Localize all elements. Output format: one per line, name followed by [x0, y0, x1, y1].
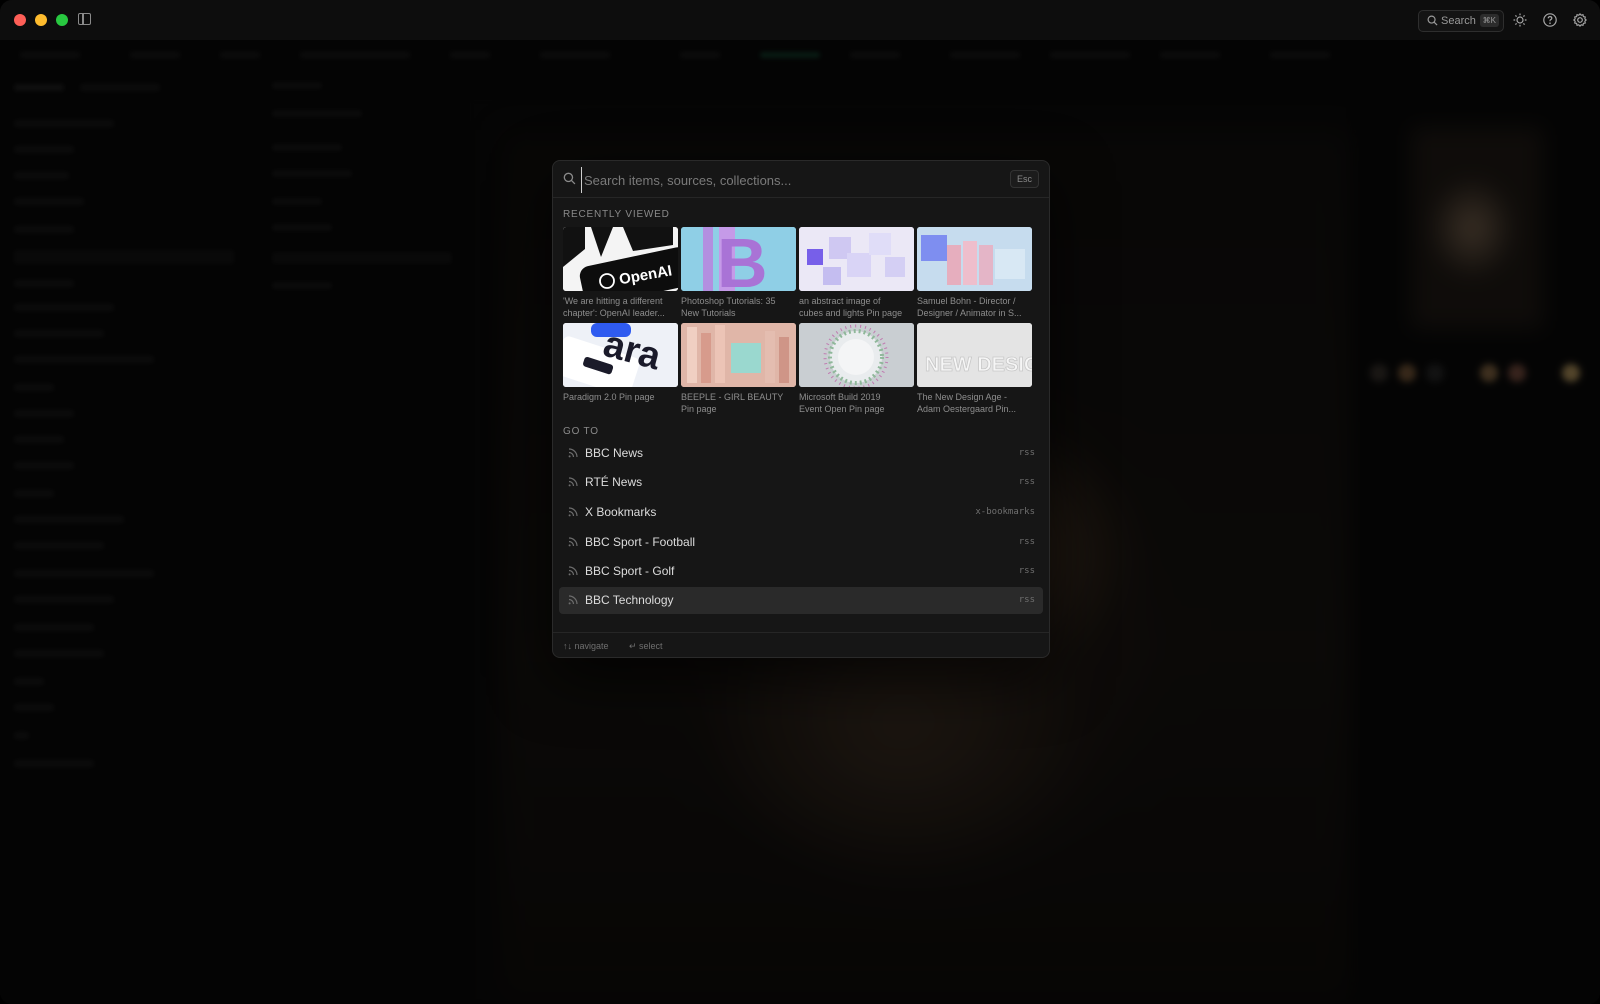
caption-line: Event Open Pin page — [799, 404, 885, 414]
recent-thumbnail: B — [681, 227, 796, 291]
goto-item-tag: rss — [1018, 448, 1035, 458]
caption-line: chapter': OpenAI leader... — [563, 308, 665, 318]
recent-caption: an abstract image of cubes and lights Pi… — [799, 295, 914, 319]
go-to-title: GO TO — [563, 426, 599, 437]
goto-item-tag: rss — [1018, 566, 1035, 576]
recent-card[interactable]: B Photoshop Tutorials: 35 New Tutorials — [681, 227, 796, 319]
zoom-window-button[interactable] — [56, 14, 68, 26]
palette-search-row: Esc — [553, 161, 1049, 198]
recent-card[interactable]: OpenAI 'We are hitting a different chapt… — [563, 227, 678, 319]
caption-line: an abstract image of — [799, 296, 881, 306]
search-icon — [563, 172, 576, 185]
caption-line: New Tutorials — [681, 308, 736, 318]
caption-line: Designer / Animator in S... — [917, 308, 1022, 318]
recent-caption: Paradigm 2.0 Pin page — [563, 391, 678, 403]
recent-thumbnail — [799, 227, 914, 291]
goto-item-x-bookmarks[interactable]: X Bookmarks x-bookmarks — [559, 499, 1043, 526]
rss-icon — [568, 477, 578, 487]
command-palette: Esc RECENTLY VIEWED OpenAI — [552, 160, 1050, 658]
help-icon[interactable] — [1542, 12, 1558, 28]
minimize-window-button[interactable] — [35, 14, 47, 26]
palette-footer: ↑↓ navigate ↵ select — [553, 632, 1049, 658]
goto-item-name: BBC Sport - Football — [585, 535, 696, 549]
recent-caption: Photoshop Tutorials: 35 New Tutorials — [681, 295, 796, 319]
rss-icon — [568, 507, 578, 517]
recent-thumbnail: ara — [563, 323, 678, 387]
goto-item-name: BBC Sport - Golf — [585, 564, 675, 578]
caption-line: Photoshop Tutorials: 35 — [681, 296, 776, 306]
rss-icon — [568, 566, 578, 576]
sidebar-toggle-icon[interactable] — [78, 13, 91, 25]
caption-line: cubes and lights Pin page — [799, 308, 903, 318]
close-window-button[interactable] — [14, 14, 26, 26]
recently-viewed-title: RECENTLY VIEWED — [563, 209, 670, 220]
caption-line: Adam Oestergaard Pin... — [917, 404, 1017, 414]
rss-icon — [568, 448, 578, 458]
rss-icon — [568, 537, 578, 547]
caption-line: The New Design Age - — [917, 392, 1008, 402]
recent-caption: Microsoft Build 2019 Event Open Pin page — [799, 391, 914, 415]
goto-item-bbc-sport-golf[interactable]: BBC Sport - Golf rss — [559, 558, 1043, 585]
title-bar: Search ⌘K — [0, 0, 1600, 40]
search-shortcut: ⌘K — [1479, 14, 1499, 27]
recent-card[interactable]: Samuel Bohn - Director / Designer / Anim… — [917, 227, 1032, 319]
sun-icon[interactable] — [1512, 12, 1528, 28]
esc-key[interactable]: Esc — [1009, 170, 1039, 188]
rss-icon — [568, 595, 578, 605]
app-window: Search ⌘K Search items, sources, collect… — [0, 0, 1600, 1004]
caption-line: Samuel Bohn - Director / — [917, 296, 1016, 306]
gear-icon[interactable] — [1572, 12, 1588, 28]
new-design-thumb-text: NEW DESIGN — [925, 354, 1032, 376]
goto-item-bbc-sport-football[interactable]: BBC Sport - Football rss — [559, 529, 1043, 556]
recent-thumbnail — [917, 227, 1032, 291]
recent-thumbnail — [681, 323, 796, 387]
goto-item-bbc-technology[interactable]: BBC Technology rss — [559, 587, 1043, 614]
recent-thumbnail: OpenAI — [563, 227, 678, 291]
top-search-label: Search — [1441, 15, 1476, 27]
caption-line: Pin page — [681, 404, 717, 414]
goto-item-tag: rss — [1018, 595, 1035, 605]
palette-search-input[interactable] — [581, 167, 1006, 193]
recent-caption: Samuel Bohn - Director / Designer / Anim… — [917, 295, 1032, 319]
goto-item-bbc-news[interactable]: BBC News rss — [559, 440, 1043, 467]
navigate-hint: ↑↓ navigate — [563, 641, 609, 651]
recent-card[interactable]: ara Paradigm 2.0 Pin page — [563, 323, 678, 415]
caption-line: BEEPLE - GIRL BEAUTY — [681, 392, 784, 402]
recent-card[interactable]: NEW DESIGN The New Design Age - Adam Oes… — [917, 323, 1032, 415]
caption-line: Microsoft Build 2019 — [799, 392, 881, 402]
goto-item-name: X Bookmarks — [585, 505, 657, 519]
top-search-button[interactable]: Search ⌘K — [1418, 10, 1504, 32]
search-icon — [1427, 15, 1438, 26]
goto-item-tag: rss — [1018, 477, 1035, 487]
recent-caption: BEEPLE - GIRL BEAUTY Pin page — [681, 391, 796, 415]
recent-caption: 'We are hitting a different chapter': Op… — [563, 295, 678, 319]
caption-line: Paradigm 2.0 Pin page — [563, 392, 655, 402]
goto-item-rte-news[interactable]: RTÉ News rss — [559, 469, 1043, 496]
goto-item-tag: rss — [1018, 537, 1035, 547]
goto-item-tag: x-bookmarks — [975, 507, 1035, 517]
recent-thumbnail — [799, 323, 914, 387]
recent-card[interactable]: Microsoft Build 2019 Event Open Pin page — [799, 323, 914, 415]
recent-card[interactable]: an abstract image of cubes and lights Pi… — [799, 227, 914, 319]
select-hint: ↵ select — [629, 641, 663, 651]
recent-card[interactable]: BEEPLE - GIRL BEAUTY Pin page — [681, 323, 796, 415]
recent-thumbnail: NEW DESIGN — [917, 323, 1032, 387]
goto-item-name: BBC News — [585, 446, 644, 460]
goto-item-name: RTÉ News — [585, 475, 643, 489]
goto-item-name: BBC Technology — [585, 593, 674, 607]
b-letter-text: B — [717, 227, 768, 291]
recent-caption: The New Design Age - Adam Oestergaard Pi… — [917, 391, 1032, 415]
caption-line: 'We are hitting a different — [563, 296, 663, 306]
